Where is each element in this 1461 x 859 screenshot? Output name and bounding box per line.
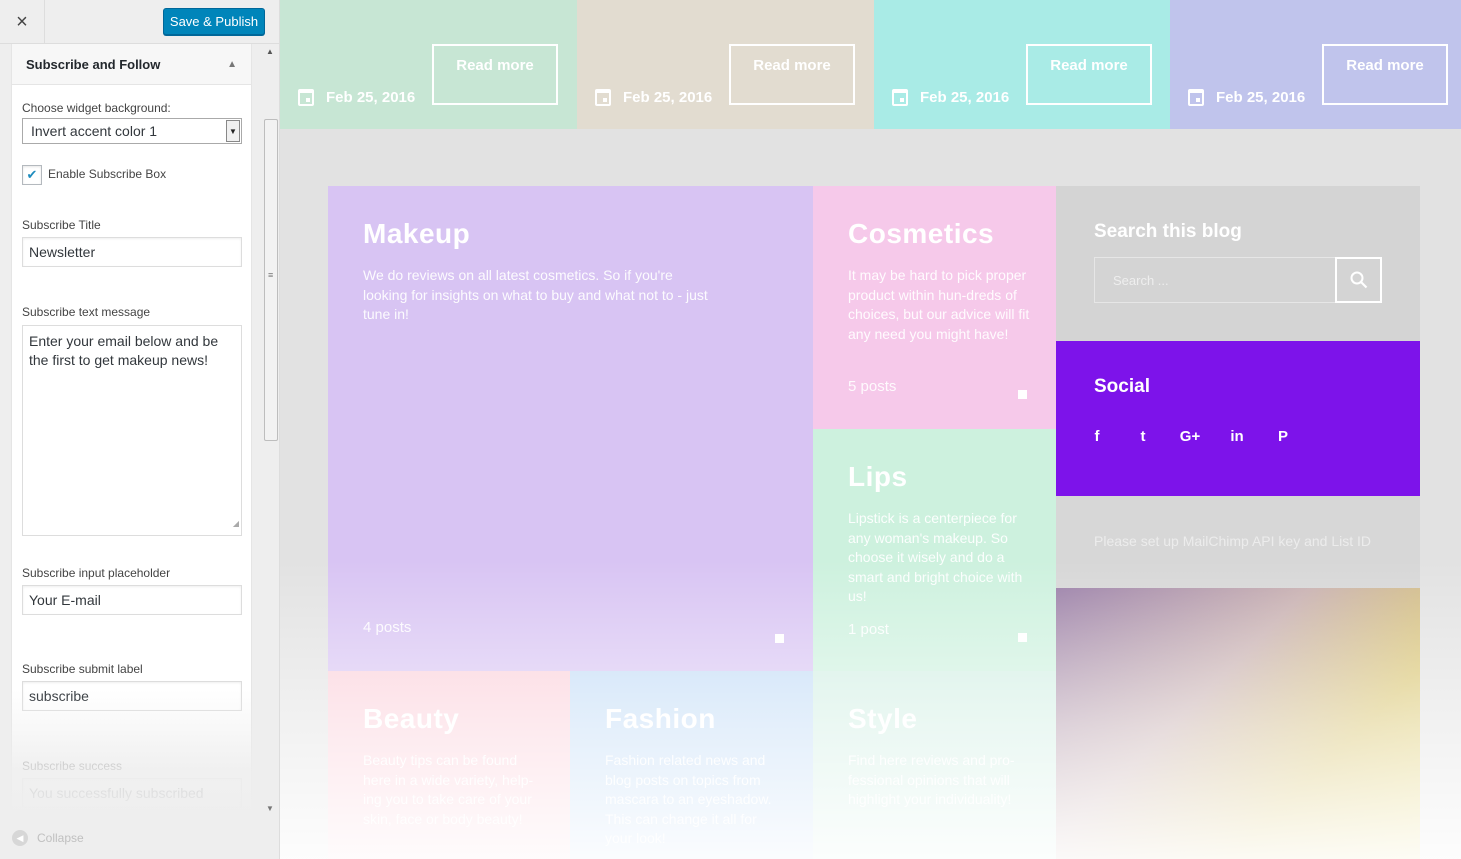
post-card: Feb 25, 2016 Read more — [874, 0, 1171, 129]
site-preview: Feb 25, 2016 Read more Feb 25, 2016 Read… — [280, 0, 1461, 859]
subscribe-text-value: Enter your email below and be the first … — [29, 333, 219, 368]
category-tile-style[interactable]: Style Find here reviews and pro-fessiona… — [813, 671, 1056, 859]
category-post-count: 1 post — [848, 621, 889, 638]
read-more-button[interactable]: Read more — [1026, 44, 1152, 105]
facebook-icon[interactable]: f — [1084, 425, 1110, 447]
category-title: Beauty — [363, 703, 460, 734]
social-widget: Social f t G+ in P — [1056, 341, 1420, 496]
makeup-brushes-image — [1056, 588, 1420, 859]
linkedin-icon[interactable]: in — [1224, 425, 1250, 447]
subscribe-title-input[interactable]: Newsletter — [22, 237, 242, 267]
collapse-icon: ◀ — [12, 830, 28, 846]
section-header[interactable]: Subscribe and Follow ▲ — [12, 44, 251, 85]
category-title: Fashion — [605, 703, 716, 734]
scrollbar-thumb[interactable]: ≡ — [264, 119, 278, 441]
calendar-icon — [892, 89, 908, 106]
search-icon — [1350, 271, 1367, 289]
widget-background-select[interactable]: Invert accent color 1 ▼ — [22, 118, 242, 144]
subscribe-follow-section: Subscribe and Follow ▲ Choose widget bac… — [11, 44, 252, 818]
search-input[interactable]: Search ... — [1094, 257, 1336, 303]
subscribe-text-textarea[interactable]: Enter your email below and be the first … — [22, 325, 242, 536]
submit-label-label: Subscribe submit label — [22, 662, 143, 676]
post-date-text: Feb 25, 2016 — [326, 89, 416, 106]
post-date-text: Feb 25, 2016 — [920, 89, 1010, 106]
widget-background-value: Invert accent color 1 — [31, 123, 158, 139]
category-tile-lips[interactable]: Lips Lipstick is a centerpiece for any w… — [813, 429, 1056, 671]
social-widget-title: Social — [1094, 376, 1150, 397]
calendar-icon — [595, 89, 611, 106]
category-description: Lipstick is a centerpiece for any woman'… — [848, 510, 1023, 604]
search-widget-title: Search this blog — [1094, 221, 1242, 242]
twitter-icon[interactable]: t — [1130, 425, 1156, 447]
save-publish-button[interactable]: Save & Publish — [163, 8, 265, 35]
category-description: We do reviews on all latest cosmetics. S… — [363, 267, 708, 322]
search-widget: Search this blog Search ... — [1056, 186, 1420, 341]
search-button[interactable] — [1335, 257, 1382, 303]
collapse-label: Collapse — [37, 831, 84, 845]
widget-background-label: Choose widget background: — [22, 101, 171, 115]
enable-subscribe-checkbox[interactable]: ✔ — [22, 165, 42, 185]
post-date: Feb 25, 2016 — [595, 89, 712, 106]
corner-square-icon — [1018, 633, 1027, 642]
google-plus-icon[interactable]: G+ — [1177, 425, 1203, 447]
category-tile-cosmetics[interactable]: Cosmetics It may be hard to pick proper … — [813, 186, 1056, 429]
category-tile-fashion[interactable]: Fashion Fashion related news and blog po… — [570, 671, 813, 859]
collapse-arrow-icon[interactable]: ▲ — [227, 59, 237, 70]
category-description: Beauty tips can be found here in a wide … — [363, 752, 534, 827]
category-tile-beauty[interactable]: Beauty Beauty tips can be found here in … — [328, 671, 570, 859]
category-description: Find here reviews and pro-fessional opin… — [848, 752, 1015, 807]
corner-square-icon — [1018, 390, 1027, 399]
section-title: Subscribe and Follow — [26, 56, 161, 72]
placeholder-input[interactable]: Your E-mail — [22, 585, 242, 615]
success-input[interactable]: You successfully subscribed — [22, 778, 242, 808]
corner-square-icon — [775, 634, 784, 643]
category-description: It may be hard to pick proper product wi… — [848, 267, 1030, 342]
calendar-icon — [1188, 89, 1204, 106]
customizer-header: × Save & Publish — [0, 0, 279, 44]
placeholder-label: Subscribe input placeholder — [22, 566, 171, 580]
subscribe-widget: Please set up MailChimp API key and List… — [1056, 496, 1420, 588]
post-date: Feb 25, 2016 — [1188, 89, 1305, 106]
read-more-button[interactable]: Read more — [432, 44, 558, 105]
submit-label-input[interactable]: subscribe — [22, 681, 242, 711]
post-card: Feb 25, 2016 Read more — [1170, 0, 1461, 129]
scroll-down-icon[interactable]: ▼ — [266, 804, 274, 813]
category-post-count: 4 posts — [363, 619, 412, 636]
select-dropdown-icon[interactable]: ▼ — [226, 120, 240, 142]
calendar-icon — [298, 89, 314, 106]
customizer-scrollbar[interactable]: ▲ ≡ ▼ — [262, 44, 279, 818]
category-title: Makeup — [363, 218, 471, 249]
category-post-count: 5 posts — [848, 378, 897, 395]
post-date: Feb 25, 2016 — [892, 89, 1009, 106]
scroll-grip-icon: ≡ — [268, 270, 274, 280]
post-date: Feb 25, 2016 — [298, 89, 415, 106]
customizer-panel: × Save & Publish Subscribe and Follow ▲ … — [0, 0, 280, 859]
customizer-scroll-area: Subscribe and Follow ▲ Choose widget bac… — [0, 44, 279, 818]
enable-subscribe-label: Enable Subscribe Box — [48, 167, 167, 181]
post-card: Feb 25, 2016 Read more — [280, 0, 577, 129]
subscribe-text-label: Subscribe text message — [22, 305, 151, 319]
category-title: Lips — [848, 461, 908, 492]
category-title: Cosmetics — [848, 218, 995, 249]
category-description: Fashion related news and blog posts on t… — [605, 752, 772, 846]
read-more-button[interactable]: Read more — [1322, 44, 1448, 105]
post-card: Feb 25, 2016 Read more — [577, 0, 874, 129]
category-tile-makeup[interactable]: Makeup We do reviews on all latest cosme… — [328, 186, 813, 671]
mailchimp-notice: Please set up MailChimp API key and List… — [1094, 533, 1372, 549]
close-icon[interactable]: × — [0, 0, 45, 44]
pinterest-icon[interactable]: P — [1270, 425, 1296, 447]
collapse-button[interactable]: ◀ Collapse — [0, 826, 279, 850]
resize-grip-icon[interactable]: ◢ — [233, 514, 239, 533]
read-more-button[interactable]: Read more — [729, 44, 855, 105]
success-label: Subscribe success — [22, 759, 123, 773]
category-title: Style — [848, 703, 918, 734]
subscribe-title-label: Subscribe Title — [22, 218, 101, 232]
post-date-text: Feb 25, 2016 — [623, 89, 713, 106]
post-date-text: Feb 25, 2016 — [1216, 89, 1306, 106]
scroll-up-icon[interactable]: ▲ — [266, 47, 274, 56]
